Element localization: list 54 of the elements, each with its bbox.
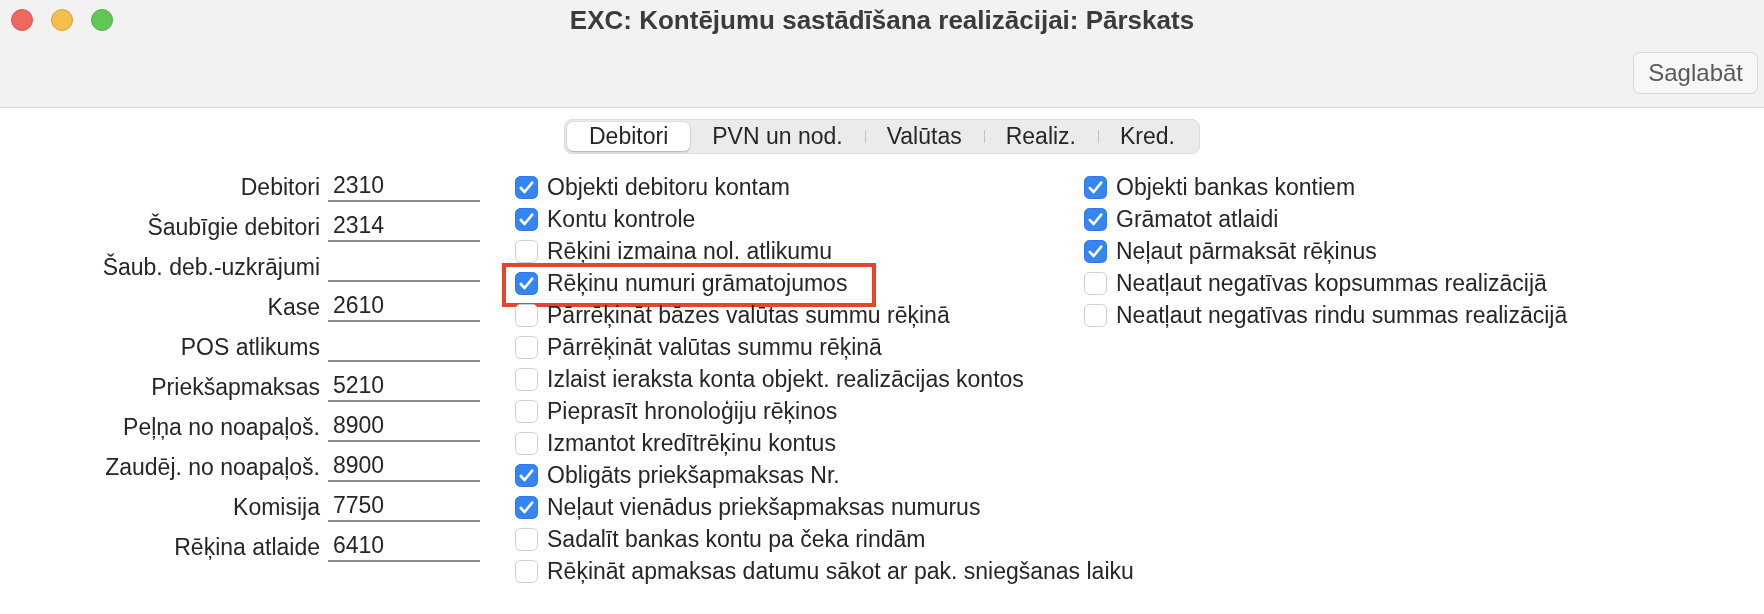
checkbox-label[interactable]: Neļaut pārmaksāt rēķinus — [1116, 237, 1377, 265]
checkbox[interactable] — [515, 271, 538, 295]
field-label: POS atlikums — [180, 333, 320, 361]
checkbox-label[interactable]: Objekti debitoru kontam — [547, 173, 790, 201]
checkbox-label[interactable]: Rēķini izmaina nol. atlikumu — [547, 237, 833, 265]
field-label: Priekšapmaksas — [151, 373, 320, 401]
input-field[interactable]: 2310 — [328, 167, 480, 202]
field-label: Šaubīgie debitori — [147, 213, 320, 241]
tab[interactable]: PVN un nod. — [690, 122, 865, 151]
maximize-icon[interactable] — [91, 9, 113, 31]
tab[interactable]: Debitori — [567, 122, 691, 151]
tab[interactable]: Kred. — [1098, 122, 1197, 151]
checkbox-label[interactable]: Objekti bankas kontiem — [1116, 173, 1356, 201]
checkbox-label[interactable]: Grāmatot atlaidi — [1116, 205, 1279, 233]
checkbox-label[interactable]: Neatļaut negatīvas rindu summas realizācijā — [1116, 301, 1568, 329]
checkbox-label[interactable]: Neļaut vienādus priekšapmaksas numurus — [547, 493, 981, 521]
input-field[interactable]: 6410 — [328, 527, 480, 562]
field-label: Debitori — [240, 173, 320, 201]
checkbox-label[interactable]: Obligāts priekšapmaksas Nr. — [547, 461, 840, 489]
input-field[interactable]: 8900 — [328, 407, 480, 442]
checkbox[interactable] — [1084, 239, 1107, 263]
checkbox-label[interactable]: Izmantot kredītrēķinu kontus — [547, 429, 836, 457]
close-icon[interactable] — [11, 9, 33, 31]
save-button[interactable]: Saglabāt — [1633, 52, 1758, 94]
checkbox-label[interactable]: Izlaist ieraksta konta objekt. realizācijas kontos — [547, 365, 1024, 393]
checkbox[interactable] — [1084, 175, 1107, 199]
tab[interactable]: Valūtas — [864, 122, 984, 151]
window-title: EXC: Kontējumu sastādīšana realizācijai: Pārskats — [569, 4, 1195, 36]
field-label: Komisija — [233, 493, 320, 521]
checkbox-label[interactable]: Rēķināt apmaksas datumu sākot ar pak. sniegšanas laiku — [547, 557, 1134, 585]
input-field[interactable]: 2314 — [328, 207, 480, 242]
field-label: Peļņa no noapaļoš. — [123, 413, 320, 441]
checkbox[interactable] — [515, 495, 538, 519]
checkbox[interactable] — [515, 463, 538, 487]
checkbox-label[interactable]: Kontu kontrole — [547, 205, 696, 233]
minimize-icon[interactable] — [51, 9, 73, 31]
tab[interactable]: Realiz. — [983, 122, 1098, 151]
checkbox[interactable] — [515, 207, 538, 231]
checkbox-label[interactable]: Pārrēķināt valūtas summu rēķinā — [547, 333, 882, 361]
checkbox-label[interactable]: Sadalīt bankas kontu pa čeka rindām — [547, 525, 926, 553]
checkbox[interactable] — [515, 175, 538, 199]
input-field[interactable]: 2610 — [328, 287, 480, 322]
field-label: Šaub. deb.-uzkrājumi — [102, 253, 320, 281]
input-field[interactable]: 8900 — [328, 447, 480, 482]
input-field[interactable]: 5210 — [328, 367, 480, 402]
field-label: Rēķina atlaide — [174, 533, 320, 561]
checkbox[interactable] — [1084, 207, 1107, 231]
field-label: Kase — [267, 293, 320, 321]
checkbox-label[interactable]: Neatļaut negatīvas kopsummas realizācijā — [1116, 269, 1547, 297]
input-field[interactable]: 7750 — [328, 487, 480, 522]
field-label: Zaudēj. no noapaļoš. — [105, 453, 320, 481]
checkbox-label[interactable]: Pieprasīt hronoloģiju rēķinos — [547, 397, 838, 425]
checkbox-label[interactable]: Pārrēķināt bāzes valūtas summu rēķinā — [547, 301, 950, 329]
checkbox-label[interactable]: Rēķinu numuri grāmatojumos — [547, 269, 848, 297]
